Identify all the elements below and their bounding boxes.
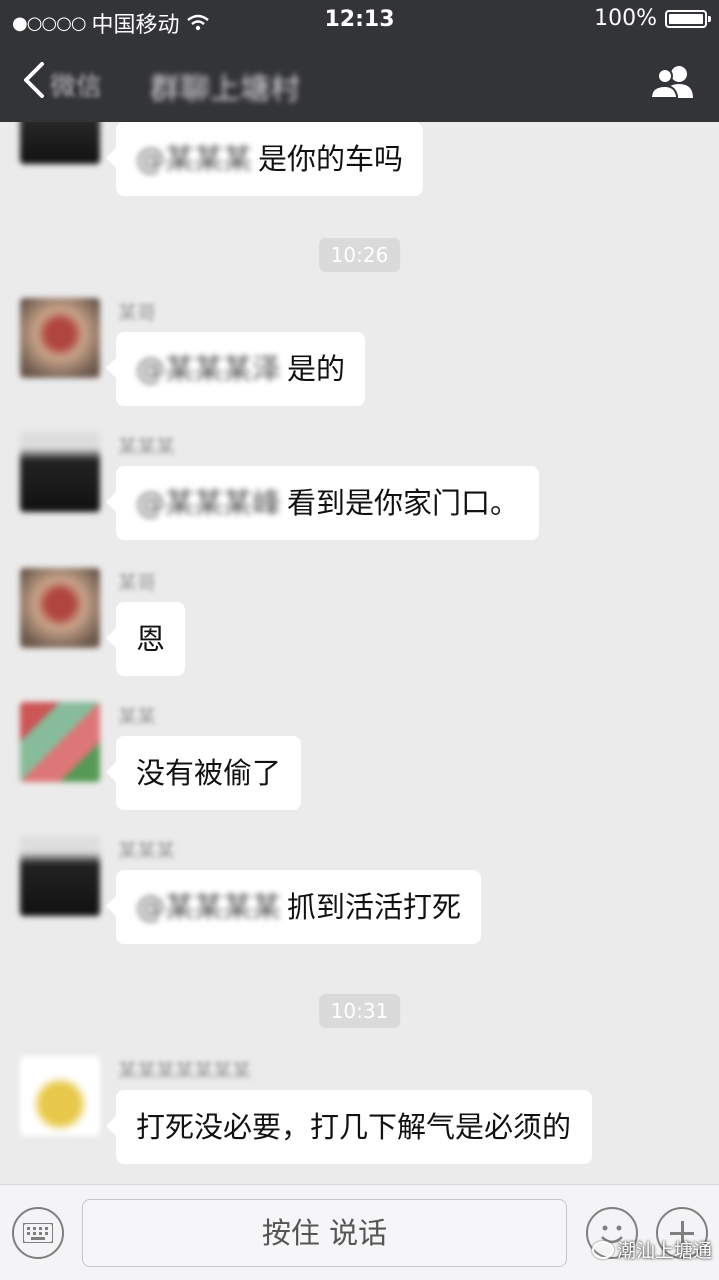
message-text: 抓到活活打死 [287,890,462,924]
chat-title: 群聊上塘村 [150,72,300,107]
message-text: 是的 [287,352,346,386]
chat-screen: ●○○○○ 中国移动 12:13 100% 微信 群聊上塘村 @某某某 是你的车… [0,0,719,1280]
message-bubble[interactable]: 恩 [105,602,186,676]
battery-icon [665,9,711,28]
message-text: 没有被偷了 [136,756,282,790]
mention-text: @某某某某 [136,890,282,924]
sender-name: 某某某 [118,840,176,862]
avatar[interactable] [20,1056,100,1136]
avatar[interactable] [20,568,100,648]
keyboard-icon [23,1223,53,1243]
timestamp: 10:26 [318,238,401,272]
mention-text: @某某某泽 [136,352,282,386]
avatar[interactable] [20,432,100,512]
message-bubble[interactable]: @某某某泽 是的 [105,332,366,406]
sender-name: 某哥 [118,572,157,594]
voice-keyboard-toggle[interactable] [12,1207,64,1259]
avatar[interactable] [20,298,100,378]
status-bar: ●○○○○ 中国移动 12:13 100% [0,0,719,40]
message-bubble[interactable]: @某某某 是你的车吗 [105,122,424,196]
mention-text: @某某某 [136,142,253,176]
message-bubble[interactable]: 没有被偷了 [105,736,302,810]
sender-name: 某某某 [118,436,176,458]
message-text: 看到是你家门口。 [287,486,520,520]
message-bubble[interactable]: @某某某某 抓到活活打死 [105,870,482,944]
avatar[interactable] [20,836,100,916]
battery-percent: 100% [594,6,657,31]
message-text: 是你的车吗 [258,142,404,176]
mention-text: @某某某峰 [136,486,282,520]
watermark: 潮汕上塘通 [592,1236,712,1263]
watermark-text: 潮汕上塘通 [617,1240,713,1262]
message-text: 打死没必要，打几下解气是必须的 [136,1110,572,1144]
avatar[interactable] [20,702,100,782]
sender-name: 某某 [118,706,157,728]
wechat-icon [592,1241,614,1259]
hold-to-talk-button[interactable]: 按住 说话 [82,1199,567,1267]
group-members-icon[interactable] [649,62,697,102]
input-bar: 按住 说话 [0,1184,719,1280]
sender-name: 某哥 [118,302,157,324]
nav-bar: 微信 群聊上塘村 [0,40,719,122]
message-list[interactable]: @某某某 是你的车吗 10:26 某哥 @某某某泽 是的 某某某 @某某某峰 看到是你… [0,122,719,1184]
sender-name: 某某某某某某某 [118,1060,252,1082]
timestamp: 10:31 [318,994,401,1028]
avatar[interactable] [20,122,100,164]
message-text: 恩 [136,622,166,656]
message-bubble[interactable]: 打死没必要，打几下解气是必须的 [106,1090,592,1164]
back-label[interactable]: 微信 [50,66,102,103]
message-bubble[interactable]: @某某某峰 看到是你家门口。 [105,466,540,540]
